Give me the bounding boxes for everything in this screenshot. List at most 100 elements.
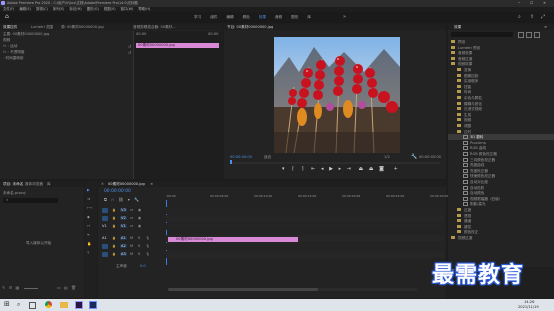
menu-item[interactable]: 编辑(E) xyxy=(19,7,31,11)
lock-icon[interactable]: 🔒 xyxy=(112,224,116,228)
microphone-icon[interactable]: 🎙 xyxy=(146,236,150,240)
workspace-tab[interactable]: 颜色 xyxy=(243,15,250,19)
eye-icon[interactable]: ◉ xyxy=(138,216,141,220)
track-target-toggle[interactable] xyxy=(102,252,108,257)
workspace-tab[interactable]: 库 xyxy=(307,15,311,19)
track-label[interactable]: V2 xyxy=(120,216,127,220)
icon-view-icon[interactable]: ▦ xyxy=(16,285,20,290)
selection-tool-icon[interactable]: ▶ xyxy=(87,188,94,195)
track-lane[interactable] xyxy=(166,207,444,214)
mark-in-icon[interactable]: ⌈ xyxy=(292,166,294,172)
track-label[interactable]: A2 xyxy=(120,244,127,248)
step-forward-icon[interactable]: ▸ xyxy=(339,166,342,172)
effect-item-time-remap[interactable]: › 时间重映射 xyxy=(3,56,24,60)
track-target-toggle[interactable] xyxy=(102,244,108,249)
trash-icon[interactable]: 🗑 xyxy=(71,285,76,290)
new-bin-icon[interactable]: ▭ xyxy=(57,285,61,290)
lock-icon[interactable]: 🔒 xyxy=(112,244,116,248)
workspace-tab[interactable]: 效果 xyxy=(259,15,266,19)
accelerated-effects-icon[interactable] xyxy=(518,32,524,38)
project-empty-label[interactable]: 导入媒体以开始 xyxy=(26,241,51,245)
timeline-tab[interactable]: 00素材00000000.jpg xyxy=(108,182,145,186)
effect-controls-tab[interactable]: 源: 00素材00000000.jpg xyxy=(61,25,104,29)
program-monitor-tab[interactable]: 节目: 00素材00000000.jpg xyxy=(227,25,273,29)
media-encoder-icon[interactable] xyxy=(89,301,97,309)
add-marker-icon[interactable]: ▾ xyxy=(128,197,130,202)
effects-tab[interactable]: 效果 xyxy=(454,25,461,29)
premiere-taskbar-icon[interactable] xyxy=(75,301,83,309)
reset-icon[interactable]: ↺ xyxy=(128,50,131,55)
effects-search-input[interactable] xyxy=(451,32,513,37)
play-icon[interactable]: ▶ xyxy=(329,166,333,172)
microphone-icon[interactable]: 🎙 xyxy=(146,244,150,248)
write-protect-icon[interactable]: ✎ xyxy=(2,285,5,290)
wrench-icon[interactable]: 🔧 xyxy=(411,154,417,160)
folder-icon[interactable] xyxy=(60,302,68,308)
workspace-tab[interactable]: 音频 xyxy=(275,15,282,19)
track-lane[interactable] xyxy=(166,223,444,230)
project-tab[interactable]: 媒体浏览器 xyxy=(25,182,43,186)
playhead-marker[interactable] xyxy=(230,160,232,164)
clip-name-bar[interactable]: 00素材00000000.jpg xyxy=(136,43,219,48)
close-button[interactable]: ✕ xyxy=(543,1,546,5)
menu-item[interactable]: 序列(S) xyxy=(53,7,65,11)
mark-out-icon[interactable]: ⌉ xyxy=(302,166,304,172)
pen-tool-icon[interactable]: ✒ xyxy=(87,233,94,240)
workspace-tab[interactable]: 组件 xyxy=(210,15,217,19)
workspace-tab[interactable]: 编辑 xyxy=(226,15,233,19)
mute-button[interactable]: M xyxy=(130,252,133,256)
workspace-menu-icon[interactable]: » xyxy=(343,14,346,20)
type-tool-icon[interactable]: T xyxy=(87,251,94,258)
fullscreen-icon[interactable]: ⤢ xyxy=(541,14,545,20)
sync-lock-icon[interactable]: ⇔ xyxy=(130,216,133,220)
menu-item[interactable]: 视图(V) xyxy=(104,7,116,11)
panel-menu-icon[interactable]: ≡ xyxy=(150,182,153,186)
scroll-thumb[interactable] xyxy=(168,288,318,291)
linked-selection-icon[interactable]: ⛓ xyxy=(118,197,123,202)
track-target-toggle[interactable] xyxy=(102,208,108,213)
solo-button[interactable]: S xyxy=(138,244,140,248)
effect-item-motion[interactable]: fx › 运动 xyxy=(3,44,17,48)
workspace-tab[interactable]: 学习 xyxy=(194,15,201,19)
effects-folder[interactable]: 视频过渡 xyxy=(448,235,554,241)
timeline-timecode[interactable]: 00:00:00:00 xyxy=(104,189,131,194)
snap-icon[interactable]: ∩ xyxy=(111,197,114,202)
menu-item[interactable]: 窗口(W) xyxy=(121,7,134,11)
task-view-icon[interactable] xyxy=(29,302,36,309)
track-label[interactable]: V1 xyxy=(120,224,127,228)
lock-icon[interactable]: 🔒 xyxy=(112,208,116,212)
insert-nest-icon[interactable]: ⧉ xyxy=(104,197,107,202)
step-back-icon[interactable]: ◂ xyxy=(321,166,324,172)
menu-item[interactable]: 帮助(H) xyxy=(138,7,150,11)
panel-menu-icon[interactable]: ≡ xyxy=(544,25,547,29)
menu-item[interactable]: 标记(M) xyxy=(69,7,81,11)
track-lane[interactable] xyxy=(166,215,444,222)
track-label[interactable]: A1 xyxy=(120,236,127,240)
sync-lock-icon[interactable]: ⇔ xyxy=(130,208,133,212)
project-tab[interactable]: 项目: 未命名 xyxy=(3,182,23,186)
monitor-scrubber[interactable] xyxy=(230,160,440,164)
source-patch[interactable]: A1 xyxy=(102,236,107,240)
microphone-icon[interactable]: 🎙 xyxy=(146,252,150,256)
new-item-icon[interactable]: ▤ xyxy=(64,285,68,290)
add-marker-icon[interactable]: ▾ xyxy=(282,166,285,172)
current-timecode[interactable]: 00:00:00:00 xyxy=(230,155,252,159)
razor-tool-icon[interactable]: ◆ xyxy=(87,215,94,222)
track-label[interactable]: V3 xyxy=(120,208,127,212)
go-to-in-icon[interactable]: ⇤ xyxy=(311,166,315,172)
button-editor-icon[interactable]: + xyxy=(394,166,398,172)
quality-dropdown[interactable]: 1/2 xyxy=(384,155,390,159)
effect-item-video[interactable]: 视频 xyxy=(3,38,10,42)
home-icon[interactable]: ⌂ xyxy=(5,14,9,20)
menu-item[interactable]: 剪辑(C) xyxy=(36,7,48,11)
effect-item-opacity[interactable]: fx › 不透明度 xyxy=(3,50,25,54)
32bit-effects-icon[interactable] xyxy=(526,32,532,38)
effect-controls-tab[interactable]: 音频剪辑混合器: 00素材... xyxy=(133,25,176,29)
share-icon[interactable]: ⇪ xyxy=(530,14,534,20)
menu-item[interactable]: 文件(F) xyxy=(3,7,14,11)
settings-icon[interactable]: 🔧 xyxy=(134,197,139,202)
search-icon[interactable]: ⌕ xyxy=(518,14,521,20)
timeline-ruler[interactable]: :00:00 00:00:05:00 00:00:10:00 00:00:15:00 0… xyxy=(166,194,448,202)
project-tab[interactable]: 库 xyxy=(47,182,51,186)
eye-icon[interactable]: ◉ xyxy=(138,224,141,228)
